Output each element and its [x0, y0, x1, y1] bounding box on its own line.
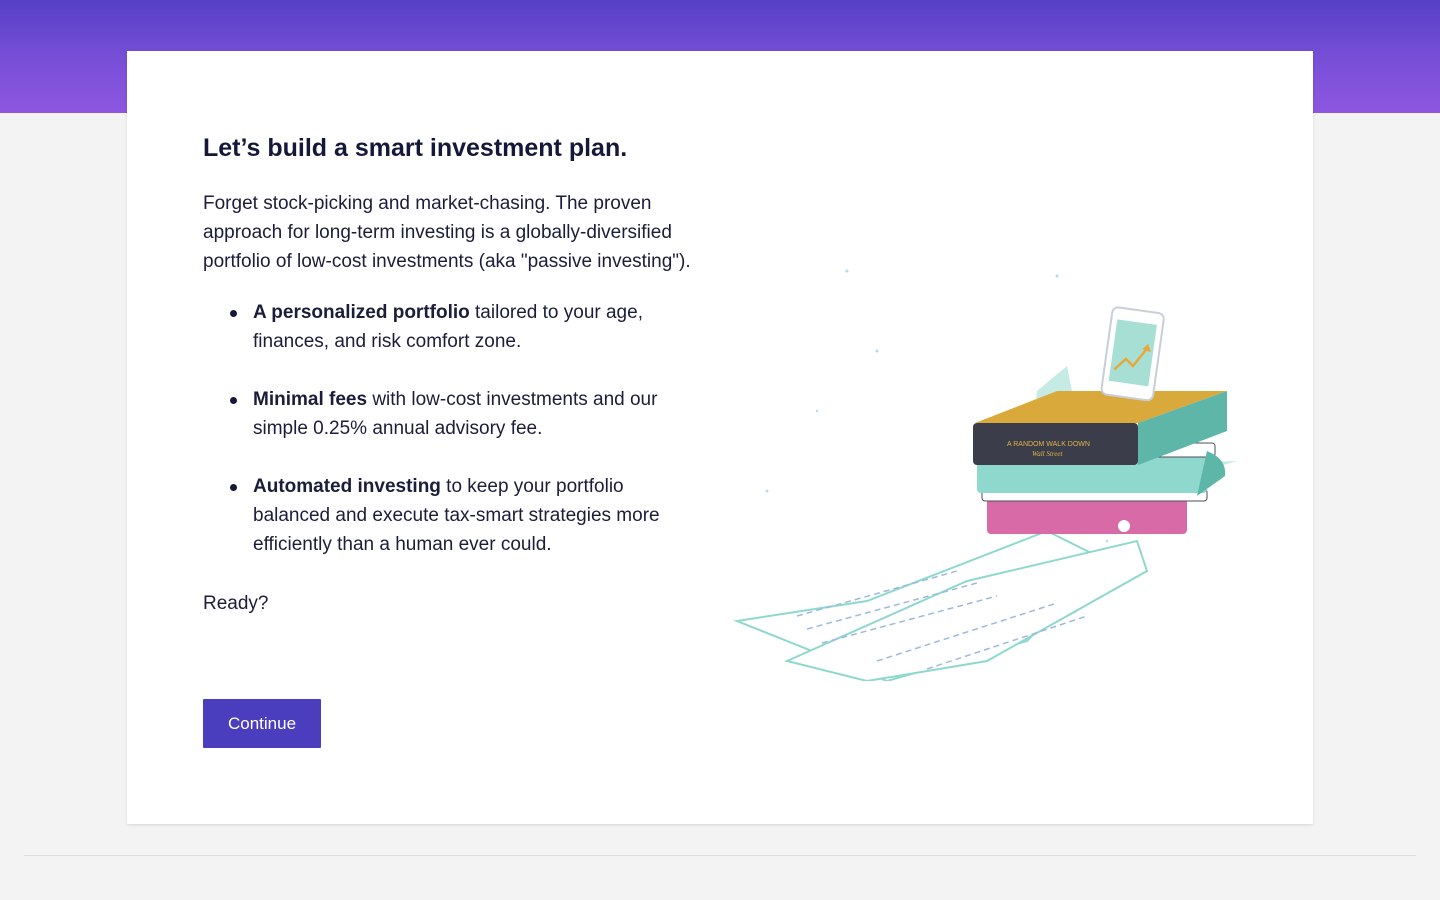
card-content: Let’s build a smart investment plan. For…: [203, 131, 703, 618]
footer-divider: [24, 855, 1416, 856]
ready-text: Ready?: [203, 593, 269, 614]
feature-title: A personalized portfolio: [253, 302, 470, 323]
book-spine-text: A RANDOM WALK DOWN: [1007, 441, 1090, 448]
feature-list: A personalized portfolio tailored to you…: [203, 298, 703, 559]
bullet-icon: [230, 484, 237, 491]
feature-title: Automated investing: [253, 476, 441, 497]
page-title: Let’s build a smart investment plan.: [203, 134, 628, 162]
intro-text: Forget stock-picking and market-chasing.…: [203, 193, 691, 272]
feature-item-automated: Automated investing to keep your portfol…: [203, 472, 703, 559]
continue-button[interactable]: Continue: [203, 699, 321, 748]
bullet-icon: [230, 397, 237, 404]
onboarding-card: Let’s build a smart investment plan. For…: [127, 51, 1313, 824]
bullet-icon: [230, 310, 237, 317]
books-phone-chart-illustration: A RANDOM WALK DOWN Wall Street: [733, 269, 1237, 681]
feature-title: Minimal fees: [253, 389, 368, 410]
book-spine-subtext: Wall Street: [1032, 450, 1063, 458]
feature-item-fees: Minimal fees with low-cost investments a…: [203, 385, 703, 443]
feature-item-portfolio: A personalized portfolio tailored to you…: [203, 298, 703, 356]
